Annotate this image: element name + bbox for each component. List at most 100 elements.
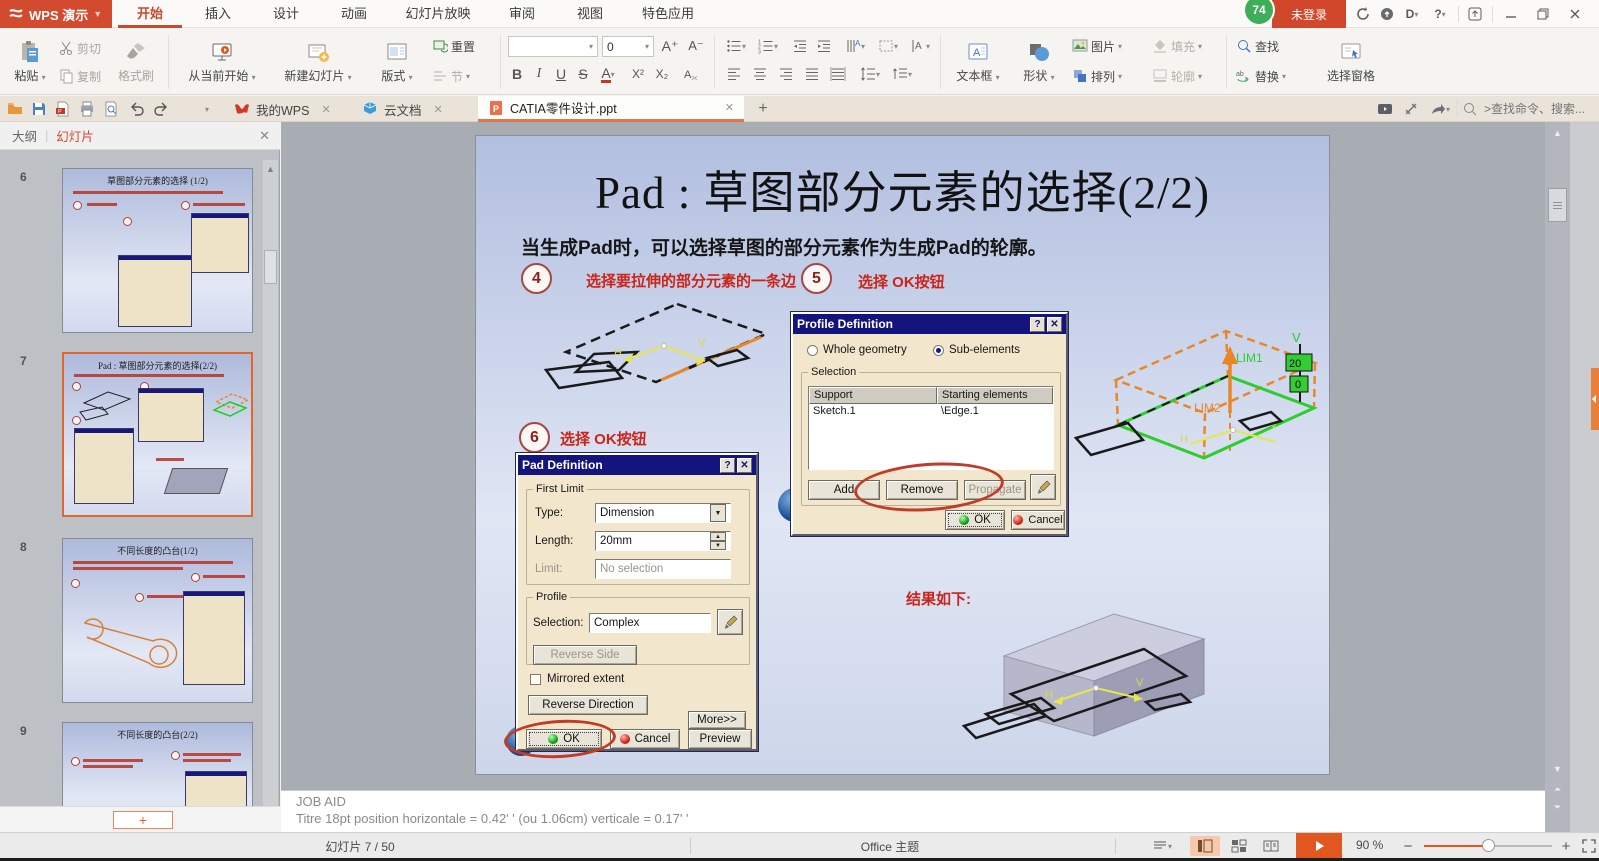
replace-button[interactable]: ab 替换 ▾ <box>1236 65 1286 87</box>
strikethrough-button[interactable]: S <box>572 63 594 85</box>
close-button[interactable]: ✕ <box>737 457 752 473</box>
preview-button[interactable]: Preview <box>688 729 752 749</box>
close-tab-icon[interactable]: ✕ <box>321 103 330 116</box>
selection-field[interactable]: Complex <box>589 613 711 633</box>
feedback-icon[interactable] <box>1376 4 1398 24</box>
menu-tab-insert[interactable]: 插入 <box>186 0 250 28</box>
sketch-edit-button[interactable] <box>717 609 743 635</box>
selection-pane-button[interactable]: 选择窗格 <box>1316 32 1386 92</box>
slide-thumbnail-selected[interactable]: Pad : 草图部分元素的选择(2/2) <box>62 352 253 517</box>
tab-my-wps[interactable]: 我的WPS ✕ <box>224 96 341 122</box>
subscript-button[interactable]: X₂ <box>650 63 674 85</box>
sub-elements-radio[interactable]: Sub-elements <box>933 344 1020 356</box>
redo-icon[interactable] <box>150 99 172 119</box>
grow-font-button[interactable]: A⁺ <box>658 35 682 57</box>
length-spinner[interactable]: 20mm ▲ ▼ <box>595 531 731 551</box>
collapse-ribbon-icon[interactable] <box>1464 4 1486 24</box>
slide-sorter-button[interactable] <box>1226 836 1252 856</box>
format-painter-button[interactable]: 格式刷 <box>112 32 160 92</box>
bullet-list-button[interactable]: ▾ <box>722 35 750 57</box>
profile-dialog-titlebar[interactable]: Profile Definition ? ✕ <box>793 314 1066 334</box>
clear-format-button[interactable]: A <box>678 63 704 85</box>
close-tab-icon[interactable]: ✕ <box>725 101 734 114</box>
zoom-slider-handle[interactable] <box>1482 839 1495 852</box>
more-button[interactable]: More>> <box>688 711 746 729</box>
text-box-style-button[interactable]: ▾ <box>874 35 902 57</box>
menu-tab-special[interactable]: 特色应用 <box>626 0 710 28</box>
font-name-combo[interactable]: ▾ <box>508 36 598 57</box>
mirrored-extent-checkbox[interactable]: Mirrored extent <box>530 673 624 685</box>
italic-button[interactable]: I <box>528 63 550 85</box>
numbered-list-button[interactable]: 1 2 3 ▾ <box>754 35 782 57</box>
login-button[interactable]: 未登录 <box>1272 0 1346 28</box>
cut-button[interactable]: 剪切 <box>58 37 101 59</box>
reverse-direction-button[interactable]: Reverse Direction <box>528 695 648 715</box>
tools-icon[interactable] <box>1400 99 1422 119</box>
zoom-slider-track[interactable] <box>1424 839 1552 852</box>
table-row[interactable]: Sketch.1 \Edge.1 <box>809 404 1053 421</box>
print-icon[interactable] <box>76 99 98 119</box>
save-icon[interactable] <box>28 99 50 119</box>
picture-button[interactable]: 图片 ▾ <box>1072 35 1122 57</box>
decrease-indent-button[interactable] <box>788 35 812 57</box>
font-size-combo[interactable]: 0 ▾ <box>602 36 654 57</box>
reset-slide-button[interactable]: 重置 <box>432 35 475 57</box>
text-direction-button[interactable]: A ▾ <box>840 35 870 57</box>
superscript-button[interactable]: X² <box>626 63 650 85</box>
command-search-input[interactable] <box>1482 101 1592 117</box>
vertical-scrollbar[interactable]: ▲ ▼ ⏶ ⏷ <box>1545 122 1570 832</box>
undo-icon[interactable] <box>126 99 148 119</box>
pad-dialog-titlebar[interactable]: Pad Definition ? ✕ <box>518 455 756 475</box>
notes-pane[interactable]: JOB AID Titre 18pt position horizontale … <box>281 790 1545 832</box>
theme-name[interactable]: Office 主题 <box>800 838 980 855</box>
menu-tab-review[interactable]: 审阅 <box>490 0 554 28</box>
play-from-current-button[interactable]: 从当前开始 ▾ <box>176 32 268 92</box>
distribute-button[interactable] <box>826 63 850 85</box>
line-spacing-button[interactable]: ▾ <box>856 63 884 85</box>
section-button[interactable]: 节 ▾ <box>432 65 470 87</box>
spinner-arrows[interactable]: ▲ ▼ <box>710 532 726 550</box>
shrink-font-button[interactable]: A⁻ <box>684 35 708 57</box>
shapes-button[interactable]: 形状 ▾ <box>1012 32 1066 92</box>
slide-canvas[interactable]: Pad : 草图部分元素的选择(2/2) 当生成Pad时，可以选择草图的部分元素… <box>475 135 1330 775</box>
increase-indent-button[interactable] <box>812 35 836 57</box>
new-tab-button[interactable]: + <box>752 99 774 119</box>
scrollbar-thumb[interactable] <box>264 250 277 284</box>
scroll-up-icon[interactable]: ▲ <box>263 162 278 176</box>
zoom-in-button[interactable]: + <box>1556 836 1576 856</box>
fit-screen-button[interactable] <box>1576 836 1599 856</box>
sidebar-scrollbar[interactable]: ▲ <box>263 160 278 806</box>
minimize-button[interactable] <box>1500 4 1522 24</box>
fill-button[interactable]: 填充 ▾ <box>1152 35 1202 57</box>
whole-geometry-radio[interactable]: Whole geometry <box>807 344 907 356</box>
member-level-badge[interactable]: 74 <box>1243 0 1275 26</box>
scroll-down-icon[interactable]: ▼ <box>1545 762 1570 776</box>
justify-button[interactable] <box>800 63 824 85</box>
restore-button[interactable] <box>1532 4 1554 24</box>
reading-view-button[interactable] <box>1258 836 1284 856</box>
align-left-button[interactable] <box>722 63 746 85</box>
previous-slide-icon[interactable]: ⏶ <box>1545 782 1570 796</box>
close-button[interactable]: ✕ <box>1047 316 1062 332</box>
slides-tab[interactable]: 幻灯片 <box>56 126 94 145</box>
close-tab-icon[interactable]: ✕ <box>434 103 443 116</box>
reverse-side-button[interactable]: Reverse Side <box>533 645 637 665</box>
normal-view-button[interactable] <box>1190 836 1220 856</box>
close-button[interactable] <box>1564 4 1586 24</box>
paste-button[interactable]: 粘贴 ▾ <box>8 32 52 92</box>
cancel-button[interactable]: Cancel <box>1011 510 1065 530</box>
zoom-out-button[interactable]: − <box>1398 836 1418 856</box>
chevron-down-icon[interactable]: ▼ <box>710 504 726 522</box>
font-color-button[interactable]: A ▾ <box>594 63 622 85</box>
pad-definition-dialog[interactable]: Pad Definition ? ✕ First Limit Type: Dim… <box>515 452 759 752</box>
copy-button[interactable]: 复制 <box>58 65 101 87</box>
slide-thumbnail[interactable]: 不同长度的凸台(2/2) <box>62 722 253 806</box>
scroll-up-icon[interactable]: ▲ <box>1545 126 1570 140</box>
column-header[interactable]: Starting elements <box>937 387 1053 404</box>
scrollbar-thumb[interactable] <box>1548 188 1567 222</box>
slideshow-play-button[interactable] <box>1296 833 1342 859</box>
slide-thumbnail[interactable]: 草图部分元素的选择 (1/2) <box>62 168 253 333</box>
skin-settings-icon[interactable]: D ▾ <box>1398 4 1426 24</box>
column-header[interactable]: Support <box>809 387 937 404</box>
help-button[interactable]: ? <box>720 457 735 473</box>
